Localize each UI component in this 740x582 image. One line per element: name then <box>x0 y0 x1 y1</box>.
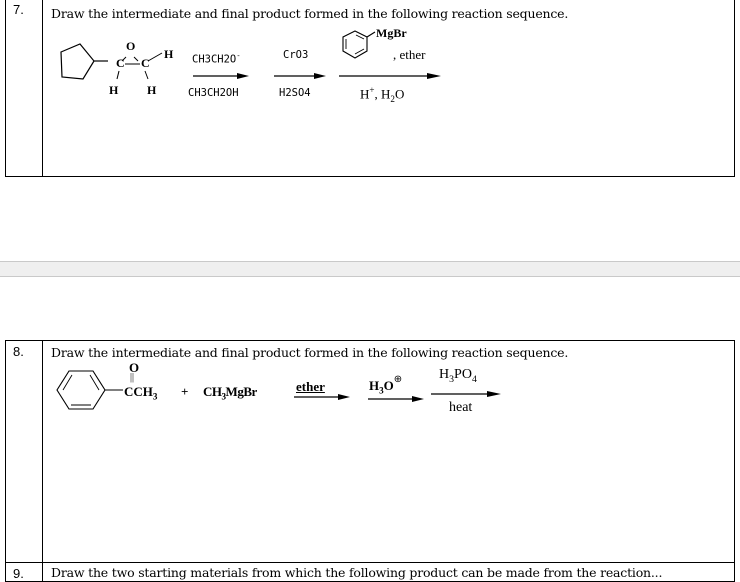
page-separator <box>0 261 740 277</box>
step2-reagent: H3O⊕ <box>369 374 403 396</box>
step3-solvent: , ether <box>393 47 426 62</box>
grignard-reagent: CH3MgBr <box>203 384 257 402</box>
reaction-arrow-1 <box>294 394 350 400</box>
phenyl-ring <box>342 30 376 59</box>
epoxide-bonds <box>116 52 163 80</box>
reaction-arrow-2 <box>368 396 424 402</box>
grignard-group: MgBr <box>376 26 407 40</box>
question-prompt: Draw the intermediate and final product … <box>51 6 569 21</box>
step1-reagent-above: CH3CH2O- <box>192 51 241 66</box>
cyclopentane-ring <box>60 43 108 80</box>
question-prompt: Draw the intermediate and final product … <box>51 345 569 360</box>
step2-reagent-above: CrO3 <box>283 49 309 61</box>
benzene-ring <box>56 370 123 410</box>
step3-workup-below: H+, H2O <box>360 85 405 104</box>
step3-reagent-above: H3PO4 <box>439 367 477 385</box>
plus-sign: + <box>181 384 189 399</box>
step3-condition-below: heat <box>449 400 473 415</box>
carbonyl-double-bond: || <box>130 372 135 383</box>
question-number: 9. <box>6 563 43 581</box>
question-9-box: 9. Draw the two starting materials from … <box>5 562 735 582</box>
step1-solvent-below: CH3CH2OH <box>188 87 239 99</box>
step2-acid-below: H2SO4 <box>279 87 311 99</box>
question-8-box: 8. Draw the intermediate and final produ… <box>5 340 735 564</box>
reaction-arrow-1 <box>193 73 249 79</box>
reaction-arrow-3 <box>339 73 441 79</box>
question-prompt: Draw the two starting materials from whi… <box>51 565 663 580</box>
reaction-arrow-3 <box>431 391 501 397</box>
reaction-arrow-2 <box>274 73 326 79</box>
question-number: 8. <box>6 341 43 563</box>
question-7-box: 7. Draw the intermediate and final produ… <box>5 0 735 177</box>
acetyl-group: CCH3 <box>124 384 158 402</box>
question-number: 7. <box>6 0 43 176</box>
